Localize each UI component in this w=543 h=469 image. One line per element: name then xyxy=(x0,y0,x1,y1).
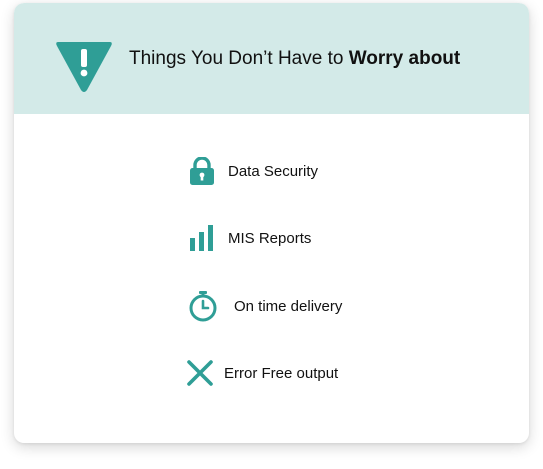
lock-icon xyxy=(186,155,218,187)
list-item: Data Security xyxy=(186,154,318,188)
feature-label: MIS Reports xyxy=(228,229,312,247)
feature-label: Error Free output xyxy=(224,364,339,382)
bar-chart-icon xyxy=(186,222,218,254)
stopwatch-icon xyxy=(187,290,219,322)
x-mark-icon xyxy=(184,357,216,389)
info-card: Things You Don’t Have to Worry about Dat… xyxy=(14,3,529,443)
list-item: Error Free output xyxy=(184,356,338,390)
feature-label: On time delivery xyxy=(234,297,343,315)
list-item: On time delivery xyxy=(187,289,342,323)
list-item: MIS Reports xyxy=(186,221,311,255)
feature-list: Data Security MIS Reports On time delive… xyxy=(14,3,529,443)
feature-label: Data Security xyxy=(228,162,319,180)
